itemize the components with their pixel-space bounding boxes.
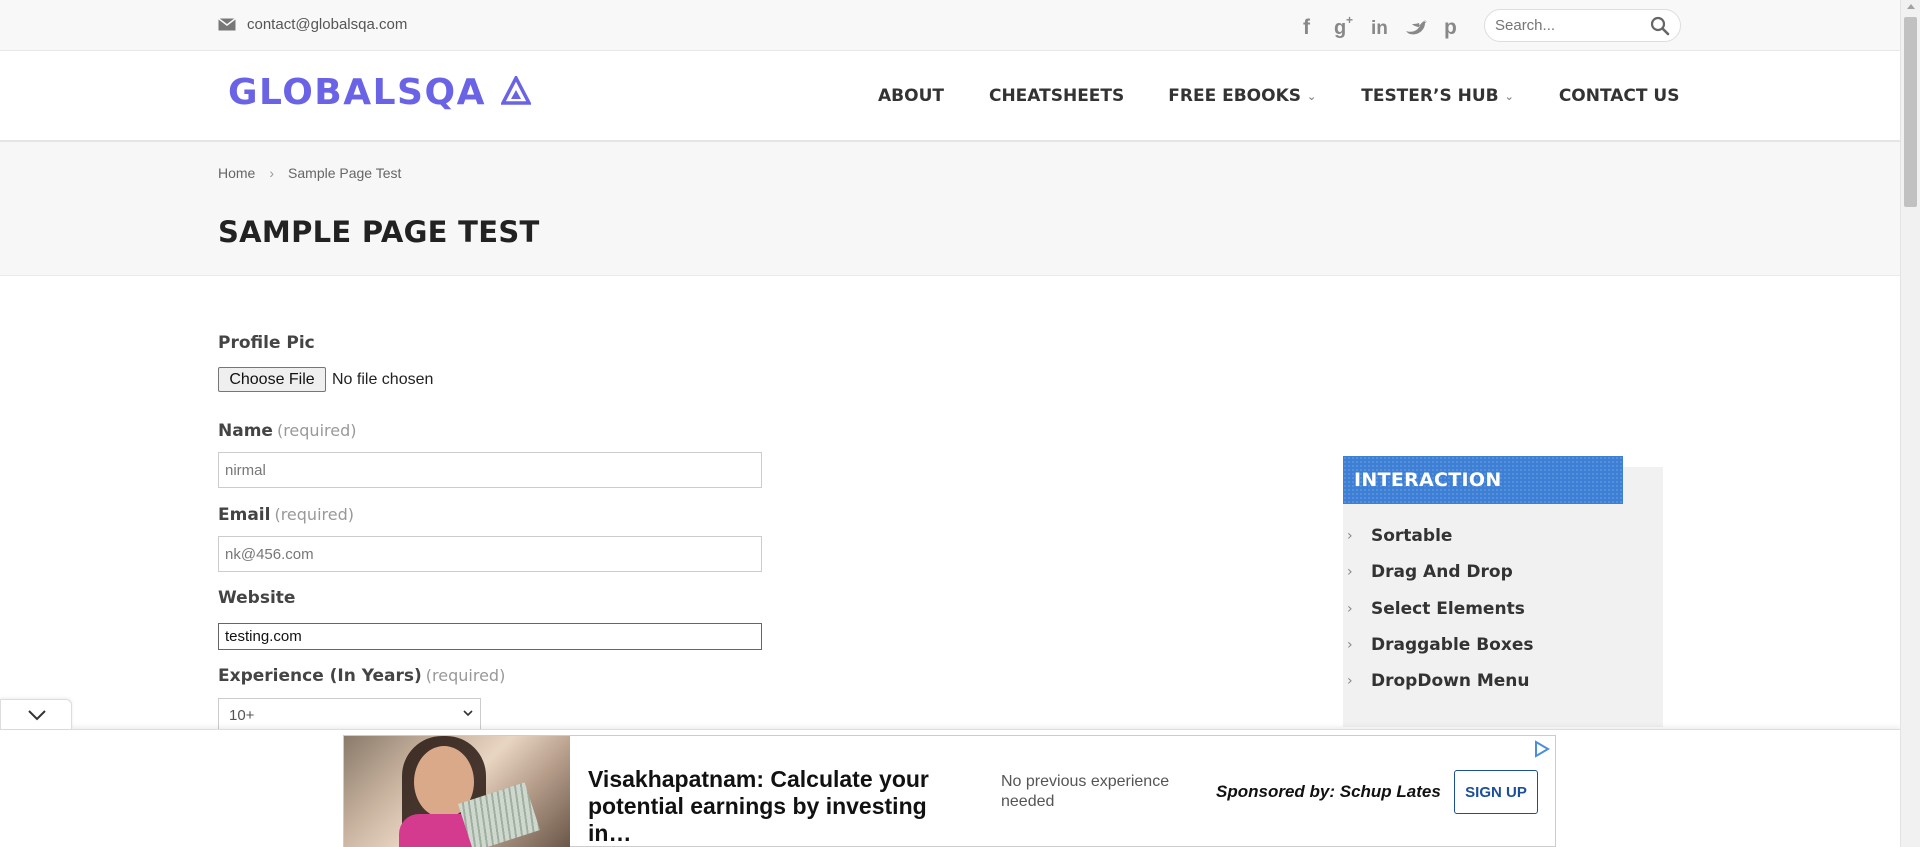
profile-pic-file-input: Choose File No file chosen: [218, 367, 433, 392]
nav-free-ebooks[interactable]: FREE EBOOKS ⌄: [1168, 86, 1316, 106]
website-label-text: Website: [218, 588, 296, 608]
breadcrumb-home[interactable]: Home: [218, 165, 255, 181]
nav-contact-us-label: CONTACT US: [1558, 86, 1680, 106]
nav-about-label: ABOUT: [878, 86, 944, 106]
adchoices-icon[interactable]: [1533, 740, 1551, 758]
experience-label-text: Experience (In Years): [218, 666, 422, 686]
page: contact@globalsqa.com f g + in p Search.…: [0, 0, 1920, 847]
search-input[interactable]: [1485, 10, 1645, 41]
ad-collapse-toggle[interactable]: [0, 699, 72, 729]
profile-pic-label: Profile Pic: [218, 333, 315, 353]
svg-text:in: in: [1371, 18, 1388, 39]
sidebar-item-label: Draggable Boxes: [1371, 635, 1534, 656]
search-box: [1484, 9, 1681, 42]
advertisement[interactable]: Visakhapatnam: Calculate your potential …: [343, 735, 1556, 847]
contact-email[interactable]: contact@globalsqa.com: [218, 16, 407, 33]
name-field[interactable]: [218, 452, 762, 488]
nav-about[interactable]: ABOUT: [878, 86, 944, 106]
linkedin-icon[interactable]: in: [1366, 12, 1402, 40]
breadcrumb: Home › Sample Page Test: [218, 165, 401, 181]
email-label-text: Email: [218, 505, 271, 525]
google-plus-icon[interactable]: g +: [1330, 12, 1366, 40]
chevron-right-icon: ›: [1347, 564, 1353, 581]
required-marker: (required): [425, 666, 506, 685]
page-title: SAMPLE PAGE TEST: [218, 215, 540, 249]
choose-file-button[interactable]: Choose File: [218, 367, 326, 392]
chevron-down-icon: [28, 710, 46, 721]
sidebar-item-select-elements[interactable]: › Select Elements: [1347, 591, 1533, 627]
breadcrumb-separator: ›: [269, 165, 275, 181]
svg-text:p: p: [1444, 16, 1457, 39]
widget-title: INTERACTION: [1354, 469, 1502, 491]
email-label: Email (required): [218, 505, 354, 525]
main-nav: ABOUT CHEATSHEETS FREE EBOOKS ⌄ TESTER’S …: [878, 86, 1679, 106]
scrollbar-thumb[interactable]: [1904, 17, 1917, 207]
experience-selected-value: 10+: [229, 707, 255, 724]
sidebar-item-label: Select Elements: [1371, 598, 1525, 619]
site-header: GLOBALSQA ABOUT CHEATSHEETS FREE EBOOKS ⌄…: [0, 51, 1900, 142]
chevron-right-icon: ›: [1347, 528, 1353, 545]
svg-text:f: f: [1303, 16, 1311, 39]
sign-up-button[interactable]: SIGN UP: [1454, 770, 1538, 814]
nav-contact-us[interactable]: CONTACT US: [1559, 86, 1680, 106]
experience-label: Experience (In Years) (required): [218, 666, 505, 686]
ad-sponsor: Sponsored by: Schup Lates: [1216, 782, 1441, 801]
facebook-icon[interactable]: f: [1294, 12, 1330, 40]
website-label: Website: [218, 588, 295, 608]
sidebar-item-label: DropDown Menu: [1371, 671, 1530, 692]
nav-cheatsheets[interactable]: CHEATSHEETS: [989, 86, 1124, 106]
scroll-up-arrow-icon[interactable]: [1907, 4, 1915, 9]
ad-description: No previous experience needed: [1001, 773, 1170, 810]
sidebar-item-draggable-boxes[interactable]: › Draggable Boxes: [1347, 627, 1533, 663]
sidebar-item-dropdown-menu[interactable]: › DropDown Menu: [1347, 663, 1533, 699]
chevron-right-icon: ›: [1347, 637, 1353, 654]
sidebar-item-drag-and-drop[interactable]: › Drag And Drop: [1347, 554, 1533, 590]
required-marker: (required): [274, 505, 354, 524]
chevron-down-icon: ⌄: [1504, 89, 1514, 103]
chevron-down-icon: ⌄: [1307, 89, 1317, 103]
svg-text:g: g: [1334, 17, 1346, 39]
search-icon[interactable]: [1650, 16, 1670, 36]
nav-cheatsheets-label: CHEATSHEETS: [988, 86, 1125, 106]
logo-text: GLOBALSQA: [228, 72, 486, 113]
nav-testers-hub[interactable]: TESTER’S HUB ⌄: [1361, 86, 1514, 106]
sidebar-item-label: Drag And Drop: [1371, 562, 1513, 583]
logo-triangle-icon: [500, 74, 532, 105]
mail-icon: [218, 18, 236, 31]
name-label-text: Name: [218, 421, 273, 441]
chevron-right-icon: ›: [1347, 673, 1353, 690]
page-title-band: Home › Sample Page Test SAMPLE PAGE TEST: [0, 142, 1900, 276]
contact-email-text: contact@globalsqa.com: [247, 16, 408, 33]
widget-title-bar: INTERACTION: [1343, 456, 1623, 504]
twitter-icon[interactable]: [1402, 12, 1438, 40]
social-links: f g + in p: [1294, 12, 1474, 40]
sidebar-item-sortable[interactable]: › Sortable: [1347, 518, 1533, 554]
chevron-down-icon: [463, 710, 473, 717]
site-logo[interactable]: GLOBALSQA: [228, 72, 532, 113]
email-field[interactable]: [218, 536, 762, 572]
page-scrollbar[interactable]: [1900, 0, 1920, 847]
pinterest-icon[interactable]: p: [1438, 12, 1474, 40]
required-marker: (required): [276, 421, 357, 440]
svg-text:+: +: [1346, 13, 1353, 27]
chevron-right-icon: ›: [1347, 600, 1353, 617]
name-label: Name (required): [218, 421, 356, 441]
ad-headline[interactable]: Visakhapatnam: Calculate your potential …: [588, 766, 968, 847]
ad-image: [344, 736, 570, 847]
profile-pic-label-text: Profile Pic: [218, 333, 315, 353]
nav-free-ebooks-label: FREE EBOOKS: [1168, 86, 1302, 106]
top-bar: contact@globalsqa.com f g + in p: [0, 0, 1900, 51]
breadcrumb-current: Sample Page Test: [288, 165, 402, 181]
website-field[interactable]: [218, 623, 762, 650]
file-status: No file chosen: [332, 370, 434, 388]
sidebar-item-label: Sortable: [1371, 526, 1453, 547]
nav-testers-hub-label: TESTER’S HUB: [1361, 86, 1499, 106]
interaction-list: › Sortable › Drag And Drop › Select Element…: [1347, 518, 1533, 699]
